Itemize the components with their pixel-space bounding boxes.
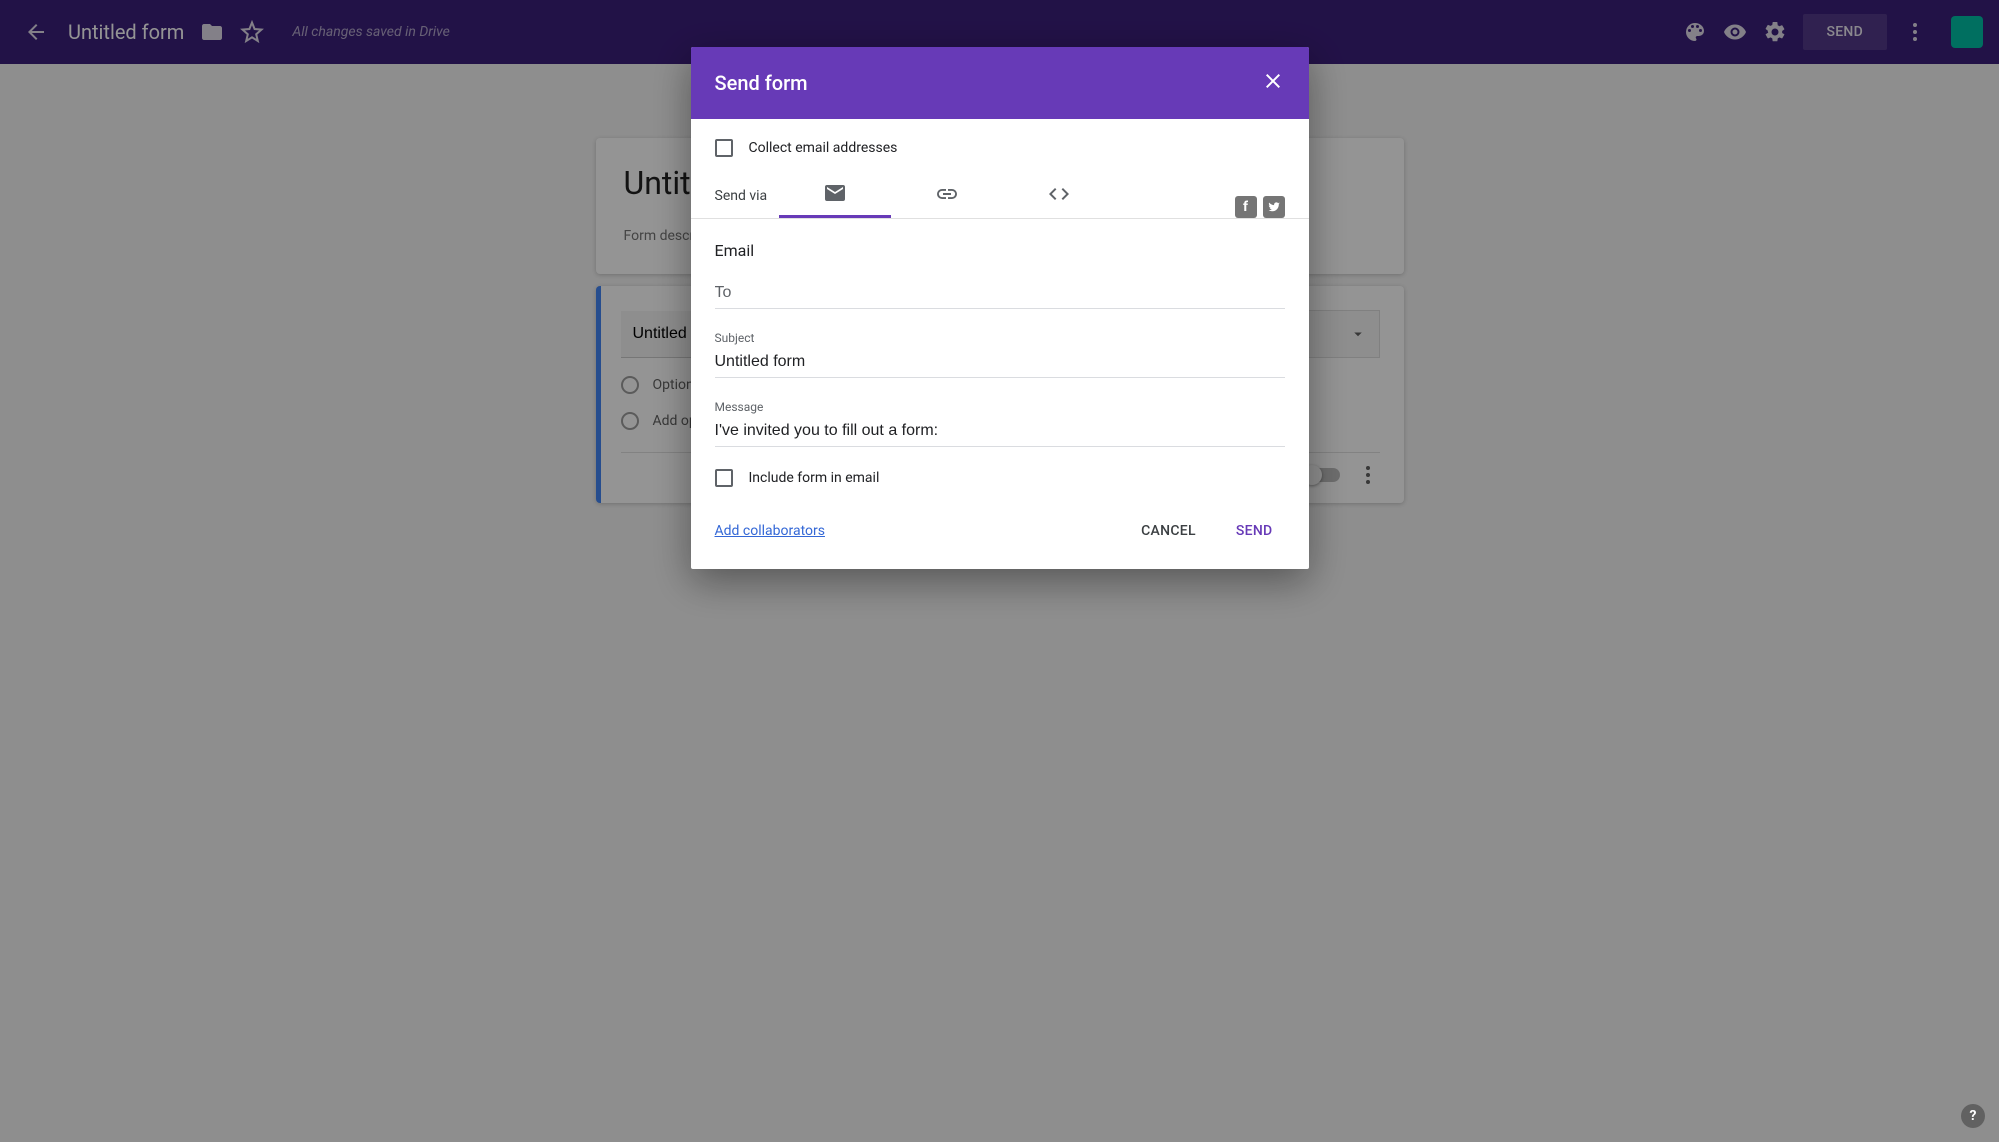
send-via-tabs: Send via f — [691, 171, 1309, 219]
to-field — [715, 278, 1285, 309]
message-field: Message — [715, 400, 1285, 447]
collect-emails-label: Collect email addresses — [749, 140, 898, 156]
include-form-label: Include form in email — [749, 470, 880, 486]
dialog-title: Send form — [715, 71, 1261, 95]
send-via-label: Send via — [715, 188, 768, 218]
close-icon[interactable] — [1261, 69, 1285, 97]
cancel-button[interactable]: CANCEL — [1129, 515, 1208, 547]
email-section-heading: Email — [715, 241, 1285, 260]
add-collaborators-link[interactable]: Add collaborators — [715, 523, 825, 539]
include-form-row[interactable]: Include form in email — [715, 469, 1285, 487]
collect-emails-row[interactable]: Collect email addresses — [715, 139, 1285, 157]
dialog-send-button[interactable]: SEND — [1224, 515, 1285, 547]
send-via-link-tab[interactable] — [891, 170, 1003, 218]
dialog-footer: Add collaborators CANCEL SEND — [691, 501, 1309, 569]
help-icon[interactable]: ? — [1961, 1104, 1985, 1128]
checkbox-icon[interactable] — [715, 469, 733, 487]
twitter-share-icon[interactable] — [1263, 196, 1285, 218]
subject-label: Subject — [715, 331, 1285, 345]
send-via-email-tab[interactable] — [779, 170, 891, 218]
message-input[interactable] — [715, 416, 1285, 447]
to-input[interactable] — [715, 278, 1285, 309]
dialog-header: Send form — [691, 47, 1309, 119]
checkbox-icon[interactable] — [715, 139, 733, 157]
subject-input[interactable] — [715, 347, 1285, 378]
facebook-share-icon[interactable]: f — [1235, 196, 1257, 218]
send-form-dialog: Send form Collect email addresses Send v… — [691, 47, 1309, 569]
modal-scrim[interactable]: Send form Collect email addresses Send v… — [0, 0, 1999, 1142]
send-via-embed-tab[interactable] — [1003, 170, 1115, 218]
message-label: Message — [715, 400, 1285, 414]
subject-field: Subject — [715, 331, 1285, 378]
